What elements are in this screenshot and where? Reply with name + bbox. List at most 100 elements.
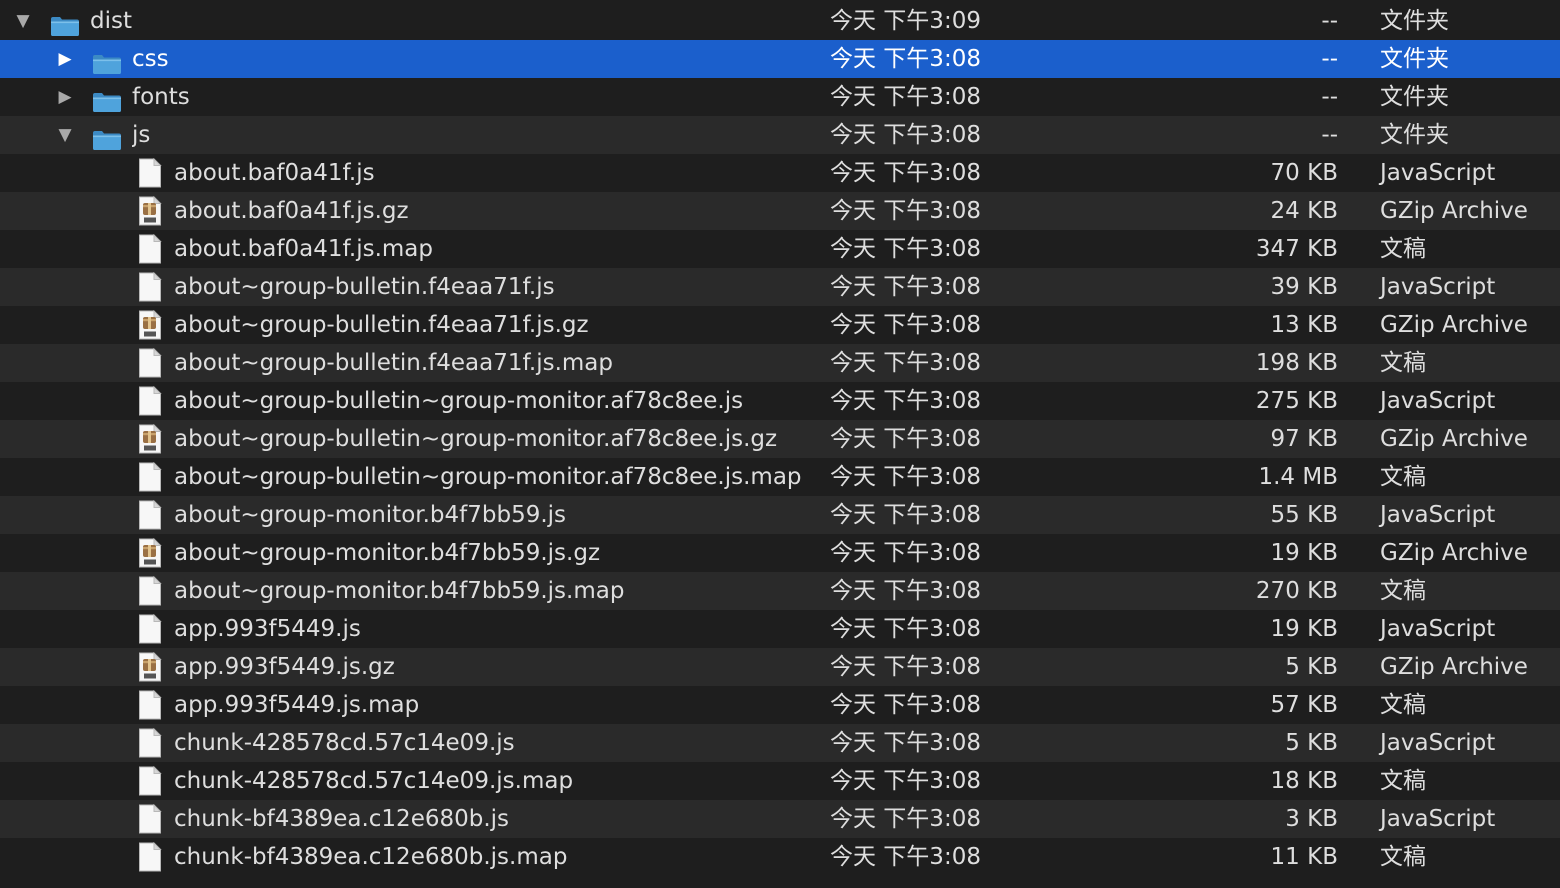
file-size: 13 KB — [1270, 312, 1338, 338]
file-name: about~group-monitor.b4f7bb59.js — [174, 502, 567, 528]
file-kind: GZip Archive — [1380, 540, 1528, 566]
file-kind: GZip Archive — [1380, 198, 1528, 224]
file-row[interactable]: chunk-bf4389ea.c12e680b.js.map 今天 下午3:08 1… — [0, 838, 1560, 876]
document-icon — [138, 499, 162, 530]
file-size: 198 KB — [1255, 350, 1338, 376]
file-row[interactable]: app.993f5449.js.gz 今天 下午3:08 5 KB GZip Arch… — [0, 648, 1560, 686]
disclosure-triangle-open-icon[interactable]: ▼ — [12, 2, 34, 40]
file-row[interactable]: app.993f5449.js.map 今天 下午3:08 57 KB 文稿 — [0, 686, 1560, 724]
file-row[interactable]: about~group-bulletin.f4eaa71f.js.gz 今天 下午… — [0, 306, 1560, 344]
date-modified: 今天 下午3:08 — [830, 540, 981, 566]
date-modified: 今天 下午3:08 — [830, 464, 981, 490]
file-kind: JavaScript — [1380, 160, 1496, 186]
file-size: 19 KB — [1270, 540, 1338, 566]
document-icon — [138, 271, 162, 302]
file-kind: JavaScript — [1380, 388, 1496, 414]
date-modified: 今天 下午3:08 — [830, 692, 981, 718]
file-row[interactable]: chunk-428578cd.57c14e09.js 今天 下午3:08 5 KB J… — [0, 724, 1560, 762]
file-name: app.993f5449.js — [174, 616, 361, 642]
disclosure-triangle-closed-icon[interactable]: ▶ — [54, 40, 76, 78]
date-modified: 今天 下午3:08 — [830, 426, 981, 452]
document-icon — [138, 765, 162, 796]
date-modified: 今天 下午3:08 — [830, 730, 981, 756]
file-kind: GZip Archive — [1380, 312, 1528, 338]
file-name: about~group-bulletin.f4eaa71f.js — [174, 274, 555, 300]
file-kind: JavaScript — [1380, 616, 1496, 642]
file-row[interactable]: about~group-bulletin.f4eaa71f.js 今天 下午3:0… — [0, 268, 1560, 306]
file-name: about~group-monitor.b4f7bb59.js.map — [174, 578, 625, 604]
document-icon — [138, 385, 162, 416]
date-modified: 今天 下午3:08 — [830, 160, 981, 186]
document-icon — [138, 803, 162, 834]
document-icon — [138, 841, 162, 872]
file-kind: JavaScript — [1380, 502, 1496, 528]
file-name: chunk-428578cd.57c14e09.js — [174, 730, 515, 756]
date-modified: 今天 下午3:08 — [830, 654, 981, 680]
date-modified: 今天 下午3:08 — [830, 236, 981, 262]
file-size: 70 KB — [1270, 160, 1338, 186]
file-row[interactable]: about.baf0a41f.js.map 今天 下午3:08 347 KB 文稿 — [0, 230, 1560, 268]
document-icon — [138, 233, 162, 264]
file-size: 5 KB — [1285, 654, 1338, 680]
folder-icon — [92, 49, 122, 74]
file-row[interactable]: about~group-bulletin.f4eaa71f.js.map 今天 下… — [0, 344, 1560, 382]
file-row[interactable]: about~group-monitor.b4f7bb59.js 今天 下午3:08… — [0, 496, 1560, 534]
date-modified: 今天 下午3:08 — [830, 312, 981, 338]
file-kind: 文件夹 — [1380, 122, 1449, 148]
file-size: 3 KB — [1285, 806, 1338, 832]
file-row[interactable]: chunk-428578cd.57c14e09.js.map 今天 下午3:08 1… — [0, 762, 1560, 800]
file-name: about.baf0a41f.js.gz — [174, 198, 409, 224]
document-icon — [138, 347, 162, 378]
file-size: 19 KB — [1270, 616, 1338, 642]
file-name: about.baf0a41f.js — [174, 160, 375, 186]
disclosure-triangle-closed-icon[interactable]: ▶ — [54, 78, 76, 116]
folder-row[interactable]: ▼ dist 今天 下午3:09 -- 文件夹 — [0, 2, 1560, 40]
file-row[interactable]: about~group-bulletin~group-monitor.af78c… — [0, 420, 1560, 458]
gzip-archive-icon — [138, 537, 162, 568]
file-row[interactable]: about~group-monitor.b4f7bb59.js.gz 今天 下午3… — [0, 534, 1560, 572]
folder-row[interactable]: ▶ fonts 今天 下午3:08 -- 文件夹 — [0, 78, 1560, 116]
file-row[interactable]: about~group-bulletin~group-monitor.af78c… — [0, 458, 1560, 496]
file-row[interactable]: chunk-bf4389ea.c12e680b.js 今天 下午3:08 3 KB J… — [0, 800, 1560, 838]
gzip-archive-icon — [138, 651, 162, 682]
gzip-archive-icon — [138, 309, 162, 340]
file-name: css — [132, 46, 169, 72]
date-modified: 今天 下午3:08 — [830, 84, 981, 110]
file-row[interactable]: about.baf0a41f.js.gz 今天 下午3:08 24 KB GZip A… — [0, 192, 1560, 230]
disclosure-triangle-open-icon[interactable]: ▼ — [54, 116, 76, 154]
file-size: -- — [1321, 8, 1338, 34]
file-name: fonts — [132, 84, 190, 110]
date-modified: 今天 下午3:08 — [830, 122, 981, 148]
document-icon — [138, 727, 162, 758]
date-modified: 今天 下午3:08 — [830, 616, 981, 642]
file-size: 57 KB — [1270, 692, 1338, 718]
file-row[interactable]: about~group-monitor.b4f7bb59.js.map 今天 下午… — [0, 572, 1560, 610]
date-modified: 今天 下午3:08 — [830, 768, 981, 794]
document-icon — [138, 689, 162, 720]
file-row[interactable]: about.baf0a41f.js 今天 下午3:08 70 KB JavaScrip… — [0, 154, 1560, 192]
file-size: 24 KB — [1270, 198, 1338, 224]
file-size: 55 KB — [1270, 502, 1338, 528]
file-size: 11 KB — [1270, 844, 1338, 870]
file-kind: 文稿 — [1380, 578, 1426, 604]
document-icon — [138, 461, 162, 492]
file-name: about~group-monitor.b4f7bb59.js.gz — [174, 540, 601, 566]
file-size: 18 KB — [1270, 768, 1338, 794]
file-size: 39 KB — [1270, 274, 1338, 300]
file-size: -- — [1321, 122, 1338, 148]
folder-icon — [50, 11, 80, 36]
folder-icon — [92, 87, 122, 112]
file-name: about.baf0a41f.js.map — [174, 236, 433, 262]
file-row[interactable]: about~group-bulletin~group-monitor.af78c… — [0, 382, 1560, 420]
file-list[interactable]: ▼ dist 今天 下午3:09 -- 文件夹 ▶ css 今天 下午3:08 -- 文件夹 ▶ fo… — [0, 0, 1560, 888]
file-name: about~group-bulletin.f4eaa71f.js.map — [174, 350, 613, 376]
file-size: 275 KB — [1255, 388, 1338, 414]
file-size: 1.4 MB — [1258, 464, 1338, 490]
date-modified: 今天 下午3:08 — [830, 198, 981, 224]
file-kind: 文件夹 — [1380, 8, 1449, 34]
folder-row[interactable]: ▶ css 今天 下午3:08 -- 文件夹 — [0, 40, 1560, 78]
file-size: 5 KB — [1285, 730, 1338, 756]
file-kind: 文稿 — [1380, 844, 1426, 870]
folder-row[interactable]: ▼ js 今天 下午3:08 -- 文件夹 — [0, 116, 1560, 154]
file-row[interactable]: app.993f5449.js 今天 下午3:08 19 KB JavaScript — [0, 610, 1560, 648]
